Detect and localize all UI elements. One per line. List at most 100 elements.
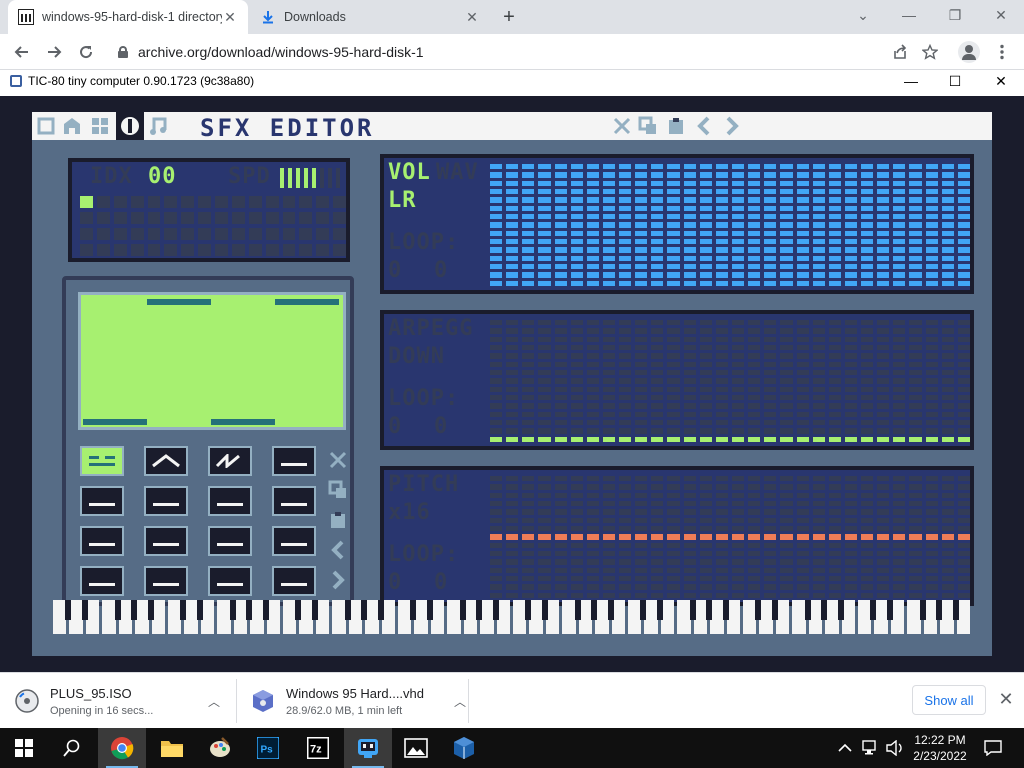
envelope-cell[interactable]: [861, 509, 874, 515]
envelope-cell[interactable]: [715, 386, 728, 392]
envelope-cell[interactable]: [619, 336, 632, 342]
envelope-cell[interactable]: [844, 255, 858, 261]
chevron-up-icon[interactable]: ︿: [208, 693, 220, 710]
envelope-cell[interactable]: [909, 542, 922, 548]
envelope-cell[interactable]: [586, 239, 599, 245]
envelope-cell[interactable]: [619, 378, 632, 384]
piano-white-key[interactable]: [414, 600, 428, 634]
envelope-cell[interactable]: [699, 370, 712, 376]
envelope-cell[interactable]: [586, 320, 599, 326]
envelope-cell[interactable]: [490, 501, 503, 507]
envelope-cell[interactable]: [748, 517, 761, 523]
pitch-envelope-grid[interactable]: [490, 476, 970, 598]
envelope-cell[interactable]: [957, 214, 970, 220]
envelope-cell[interactable]: [586, 386, 599, 392]
envelope-cell[interactable]: [506, 428, 519, 434]
envelope-cell[interactable]: [780, 345, 793, 351]
envelope-cell[interactable]: [554, 428, 567, 434]
envelope-cell[interactable]: [522, 492, 535, 498]
envelope-cell[interactable]: [490, 420, 503, 426]
envelope-cell[interactable]: [812, 328, 825, 334]
envelope-cell[interactable]: [667, 476, 680, 482]
piano-black-key[interactable]: [147, 600, 154, 620]
envelope-cell[interactable]: [490, 576, 503, 582]
envelope-cell[interactable]: [715, 403, 728, 409]
envelope-cell[interactable]: [554, 576, 567, 582]
envelope-cell[interactable]: [667, 255, 680, 261]
envelope-cell[interactable]: [941, 180, 954, 186]
envelope-cell[interactable]: [844, 328, 858, 334]
envelope-cell[interactable]: [764, 328, 777, 334]
envelope-cell[interactable]: [748, 428, 761, 434]
envelope-cell[interactable]: [957, 567, 970, 573]
envelope-cell[interactable]: [699, 517, 712, 523]
envelope-cell[interactable]: [796, 353, 809, 359]
envelope-cell[interactable]: [715, 222, 728, 228]
envelope-cell[interactable]: [699, 222, 712, 228]
piano-white-key[interactable]: [102, 600, 116, 634]
envelope-cell[interactable]: [941, 428, 954, 434]
envelope-cell[interactable]: [635, 370, 648, 376]
piano-black-key[interactable]: [361, 600, 368, 620]
envelope-cell[interactable]: [764, 517, 777, 523]
envelope-cell[interactable]: [506, 280, 519, 286]
envelope-cell[interactable]: [506, 420, 519, 426]
envelope-cell[interactable]: [635, 517, 648, 523]
envelope-cell[interactable]: [570, 222, 583, 228]
envelope-cell[interactable]: [586, 247, 599, 253]
envelope-cell[interactable]: [683, 172, 696, 178]
envelope-cell[interactable]: [570, 567, 583, 573]
envelope-cell[interactable]: [490, 172, 503, 178]
piano-white-key[interactable]: [299, 600, 313, 634]
envelope-cell[interactable]: [651, 239, 664, 245]
envelope-cell[interactable]: [731, 353, 745, 359]
envelope-cell[interactable]: [538, 328, 551, 334]
waveform-3-button[interactable]: [272, 446, 316, 476]
envelope-cell[interactable]: [957, 328, 970, 334]
envelope-cell[interactable]: [522, 403, 535, 409]
envelope-cell[interactable]: [683, 197, 696, 203]
envelope-cell[interactable]: [506, 559, 519, 565]
envelope-cell[interactable]: [893, 428, 906, 434]
envelope-cell[interactable]: [490, 345, 503, 351]
envelope-cell[interactable]: [844, 420, 858, 426]
envelope-cell[interactable]: [522, 509, 535, 515]
restore-button[interactable]: ❐: [932, 0, 978, 30]
envelope-cell[interactable]: [861, 476, 874, 482]
piano-black-key[interactable]: [755, 600, 762, 620]
envelope-cell[interactable]: [861, 280, 874, 286]
envelope-cell[interactable]: [780, 214, 793, 220]
piano-black-key[interactable]: [492, 600, 499, 620]
envelope-cell[interactable]: [554, 517, 567, 523]
piano-black-key[interactable]: [229, 600, 236, 620]
envelope-cell[interactable]: [828, 370, 841, 376]
envelope-cell[interactable]: [667, 386, 680, 392]
envelope-cell[interactable]: [844, 526, 858, 532]
chevron-up-icon[interactable]: [838, 742, 852, 754]
envelope-cell[interactable]: [812, 592, 825, 598]
envelope-cell[interactable]: [941, 222, 954, 228]
envelope-cell[interactable]: [941, 172, 954, 178]
envelope-cell[interactable]: [844, 395, 858, 401]
envelope-cell[interactable]: [925, 551, 938, 557]
piano-black-key[interactable]: [65, 600, 72, 620]
envelope-cell[interactable]: [941, 584, 954, 590]
envelope-cell[interactable]: [796, 584, 809, 590]
envelope-cell[interactable]: [780, 501, 793, 507]
envelope-cell[interactable]: [651, 420, 664, 426]
envelope-cell[interactable]: [570, 328, 583, 334]
envelope-cell[interactable]: [909, 428, 922, 434]
pitch-x16-toggle[interactable]: x16: [388, 500, 431, 525]
envelope-cell[interactable]: [957, 378, 970, 384]
envelope-cell[interactable]: [586, 395, 599, 401]
envelope-cell[interactable]: [683, 584, 696, 590]
envelope-cell[interactable]: [828, 353, 841, 359]
envelope-cell[interactable]: [538, 403, 551, 409]
envelope-cell[interactable]: [602, 559, 616, 565]
envelope-cell[interactable]: [748, 403, 761, 409]
envelope-cell[interactable]: [925, 534, 938, 540]
envelope-cell[interactable]: [667, 336, 680, 342]
envelope-cell[interactable]: [490, 542, 503, 548]
envelope-cell[interactable]: [957, 164, 970, 170]
tic80-close-button[interactable]: ✕: [978, 70, 1024, 92]
